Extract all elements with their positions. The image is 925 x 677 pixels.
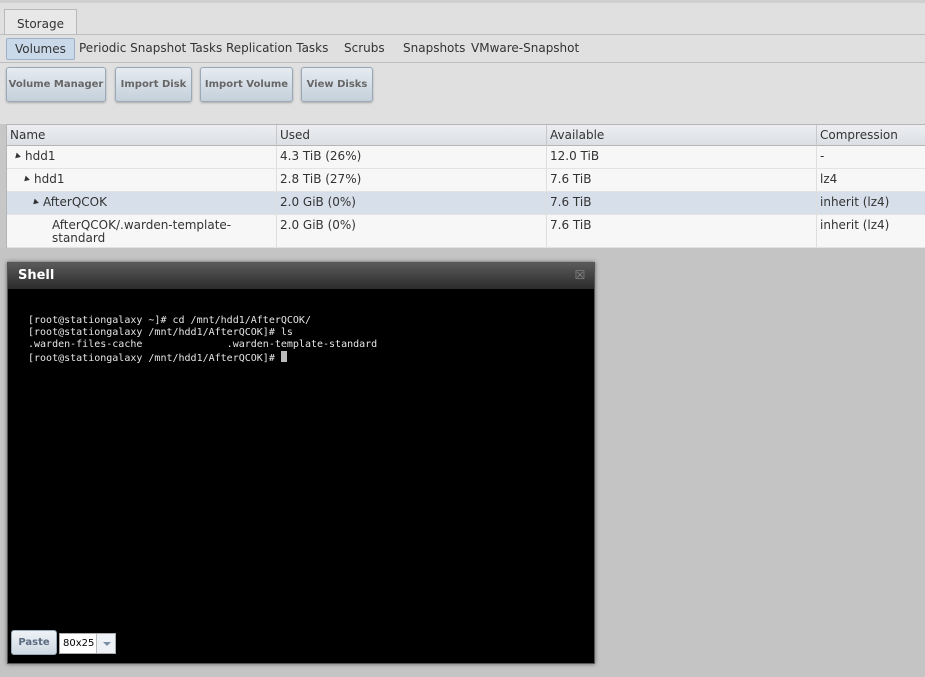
row-compression: inherit (lz4): [820, 218, 890, 232]
row-available: 7.6 TiB: [547, 215, 817, 247]
chevron-down-icon[interactable]: [96, 634, 115, 653]
column-header-compression[interactable]: Compression: [817, 125, 925, 146]
volumes-grid: Name Used Available Compression hdd1 4.3…: [6, 124, 925, 248]
shell-title: Shell: [18, 268, 55, 283]
row-compression: inherit (lz4): [820, 195, 890, 209]
terminal[interactable]: [root@stationgalaxy ~]# cd /mnt/hdd1/Aft…: [8, 289, 594, 663]
subtab-bar: Volumes Periodic Snapshot Tasks Replicat…: [0, 34, 925, 63]
row-compression: lz4: [820, 172, 838, 186]
terminal-line: [root@stationgalaxy /mnt/hdd1/AfterQCOK]…: [28, 353, 281, 364]
row-used: 2.0 GiB (0%): [277, 215, 547, 247]
row-name: AfterQCOK: [43, 195, 107, 209]
row-available: 12.0 TiB: [547, 146, 817, 168]
row-used: 2.8 TiB (27%): [277, 169, 547, 191]
view-disks-button[interactable]: View Disks: [301, 67, 373, 102]
terminal-cursor: [280, 351, 287, 362]
tab-snapshots[interactable]: Snapshots: [395, 38, 473, 60]
row-available: 7.6 TiB: [547, 192, 817, 214]
shell-title-bar[interactable]: Shell ☒: [8, 263, 594, 289]
table-row-selected[interactable]: AfterQCOK 2.0 GiB (0%) 7.6 TiB inherit (…: [7, 192, 925, 215]
column-header-available[interactable]: Available: [547, 125, 817, 146]
row-available: 7.6 TiB: [547, 169, 817, 191]
row-name: AfterQCOK/.warden-template-standard: [7, 215, 277, 247]
terminal-line: .warden-files-cache .warden-template-sta…: [28, 339, 378, 350]
import-disk-button[interactable]: Import Disk: [115, 67, 192, 102]
tab-vmware-snapshot[interactable]: VMware-Snapshot: [463, 38, 587, 60]
shell-dialog[interactable]: Shell ☒ [root@stationgalaxy ~]# cd /mnt/…: [7, 262, 595, 664]
terminal-size-value: 80x25: [63, 638, 95, 649]
table-row[interactable]: AfterQCOK/.warden-template-standard 2.0 …: [7, 215, 925, 248]
column-header-name[interactable]: Name: [7, 125, 277, 146]
table-row[interactable]: hdd1 2.8 TiB (27%) 7.6 TiB lz4: [7, 169, 925, 192]
column-header-used[interactable]: Used: [277, 125, 547, 146]
expand-arrow-icon[interactable]: [31, 198, 39, 207]
terminal-line: [root@stationgalaxy /mnt/hdd1/AfterQCOK]…: [28, 327, 293, 338]
toolbar: Volume Manager Import Disk Import Volume…: [0, 63, 925, 124]
row-used: 4.3 TiB (26%): [277, 146, 547, 168]
paste-button[interactable]: Paste: [11, 630, 57, 655]
top-tabbar: Storage: [0, 0, 925, 38]
terminal-line: [root@stationgalaxy ~]# cd /mnt/hdd1/Aft…: [28, 315, 311, 326]
tab-volumes[interactable]: Volumes: [6, 38, 75, 60]
expand-arrow-icon[interactable]: [22, 175, 30, 184]
import-volume-button[interactable]: Import Volume: [200, 67, 293, 102]
row-compression: -: [820, 149, 825, 163]
terminal-size-select[interactable]: 80x25: [59, 633, 116, 654]
row-name: hdd1: [25, 149, 56, 163]
row-used: 2.0 GiB (0%): [277, 192, 547, 214]
table-row[interactable]: hdd1 4.3 TiB (26%) 12.0 TiB -: [7, 146, 925, 169]
expand-arrow-icon[interactable]: [13, 152, 21, 161]
tab-periodic-snapshot-tasks[interactable]: Periodic Snapshot Tasks: [71, 38, 230, 60]
tab-scrubs[interactable]: Scrubs: [336, 38, 393, 60]
volume-manager-button[interactable]: Volume Manager: [6, 67, 106, 102]
close-icon[interactable]: ☒: [574, 268, 586, 282]
row-name: hdd1: [34, 172, 65, 186]
tab-replication-tasks[interactable]: Replication Tasks: [218, 38, 336, 60]
grid-header: Name Used Available Compression: [7, 125, 925, 146]
